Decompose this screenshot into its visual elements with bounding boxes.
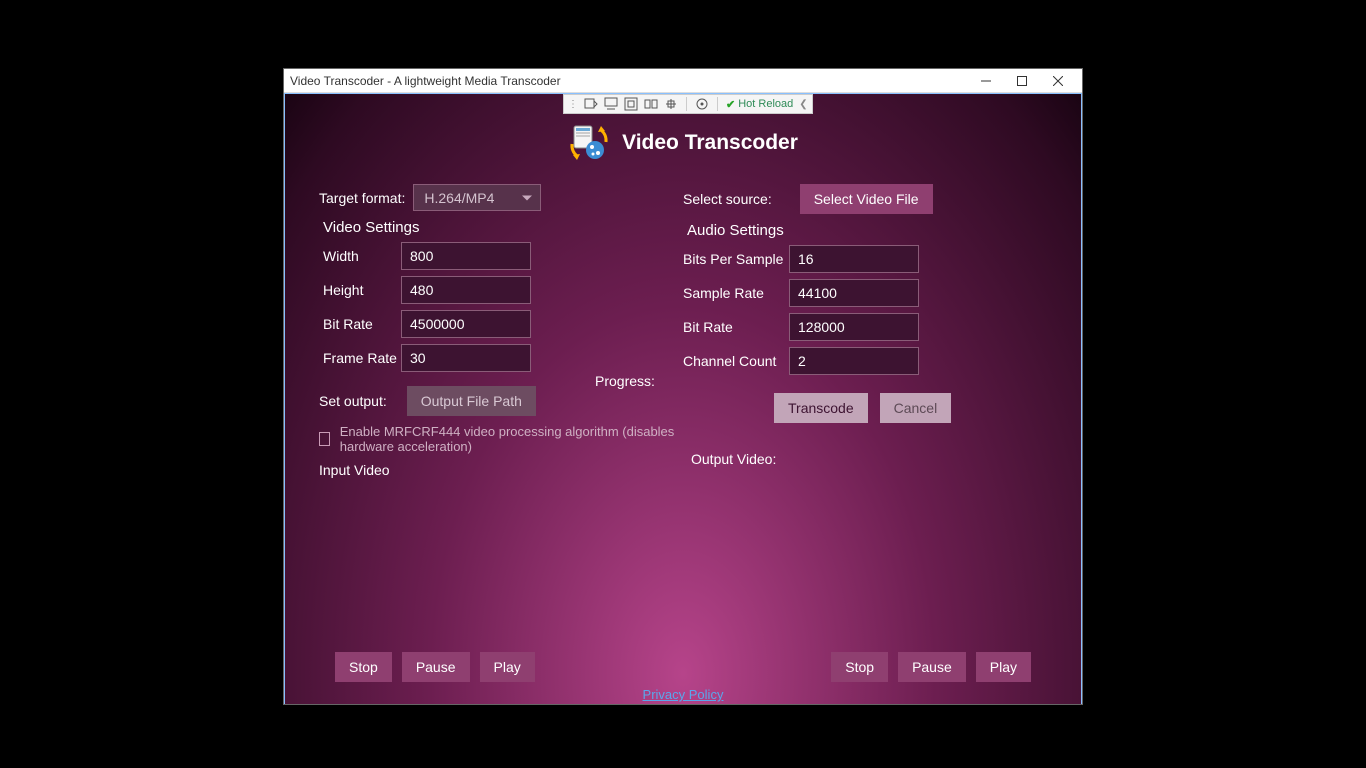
toolbar-icon[interactable] <box>584 97 598 111</box>
output-pause-button[interactable]: Pause <box>898 652 966 682</box>
select-source-label: Select source: <box>683 191 772 207</box>
input-pause-button[interactable]: Pause <box>402 652 470 682</box>
playback-controls: Stop Pause Play Stop Pause Play <box>285 652 1081 682</box>
app-logo-icon <box>568 122 610 164</box>
client-area: ⋮ ✔ Hot Reload ❮ <box>284 93 1082 704</box>
toolbar-icon[interactable] <box>624 97 638 111</box>
framerate-input[interactable] <box>401 344 531 372</box>
settings-grid: Target format: H.264/MP4 Video Settings … <box>285 164 1081 486</box>
toolbar-icon[interactable] <box>604 97 618 111</box>
app-window: Video Transcoder - A lightweight Media T… <box>283 68 1083 705</box>
output-stop-button[interactable]: Stop <box>831 652 888 682</box>
check-icon: ✔ <box>726 98 735 111</box>
input-play-button[interactable]: Play <box>480 652 535 682</box>
close-button[interactable] <box>1040 70 1076 92</box>
video-settings-header: Video Settings <box>323 219 683 236</box>
height-label: Height <box>319 282 401 298</box>
maximize-button[interactable] <box>1004 70 1040 92</box>
width-input[interactable] <box>401 242 531 270</box>
toolbar-icon[interactable] <box>664 97 678 111</box>
select-video-button[interactable]: Select Video File <box>800 184 933 214</box>
audio-bitrate-label: Bit Rate <box>683 319 789 335</box>
titlebar: Video Transcoder - A lightweight Media T… <box>284 69 1082 93</box>
bits-per-sample-label: Bits Per Sample <box>683 251 789 267</box>
cancel-button[interactable]: Cancel <box>880 393 952 423</box>
width-label: Width <box>319 248 401 264</box>
target-format-value: H.264/MP4 <box>424 190 494 206</box>
chevron-down-icon <box>522 195 532 200</box>
channel-count-input[interactable] <box>789 347 919 375</box>
progress-label: Progress: <box>595 373 655 389</box>
input-stop-button[interactable]: Stop <box>335 652 392 682</box>
mrf-checkbox[interactable] <box>319 432 330 446</box>
app-title: Video Transcoder <box>622 131 798 155</box>
minimize-button[interactable] <box>968 70 1004 92</box>
height-input[interactable] <box>401 276 531 304</box>
transcode-button[interactable]: Transcode <box>774 393 868 423</box>
bits-per-sample-input[interactable] <box>789 245 919 273</box>
target-format-label: Target format: <box>319 190 405 206</box>
toolbar-grip-icon: ⋮ <box>568 99 578 110</box>
hot-reload-label: Hot Reload <box>738 98 793 110</box>
video-bitrate-input[interactable] <box>401 310 531 338</box>
video-bitrate-label: Bit Rate <box>319 316 401 332</box>
framerate-label: Frame Rate <box>319 350 401 366</box>
toolbar-icon[interactable] <box>695 97 709 111</box>
output-video-label: Output Video: <box>691 451 776 467</box>
set-output-label: Set output: <box>319 393 387 409</box>
app-header: Video Transcoder <box>285 122 1081 164</box>
audio-settings-header: Audio Settings <box>687 222 1047 239</box>
window-title: Video Transcoder - A lightweight Media T… <box>290 74 968 88</box>
privacy-policy-link[interactable]: Privacy Policy <box>285 687 1081 702</box>
debug-toolbar[interactable]: ⋮ ✔ Hot Reload ❮ <box>563 94 813 114</box>
chevron-left-icon[interactable]: ❮ <box>799 99 807 110</box>
sample-rate-input[interactable] <box>789 279 919 307</box>
target-format-select[interactable]: H.264/MP4 <box>413 184 541 211</box>
input-video-label: Input Video <box>319 462 390 478</box>
output-play-button[interactable]: Play <box>976 652 1031 682</box>
hot-reload-button[interactable]: ✔ Hot Reload <box>726 98 793 111</box>
mrf-label: Enable MRFCRF444 video processing algori… <box>340 424 683 454</box>
channel-count-label: Channel Count <box>683 353 789 369</box>
toolbar-icon[interactable] <box>644 97 658 111</box>
audio-bitrate-input[interactable] <box>789 313 919 341</box>
sample-rate-label: Sample Rate <box>683 285 789 301</box>
output-path-button[interactable]: Output File Path <box>407 386 536 416</box>
